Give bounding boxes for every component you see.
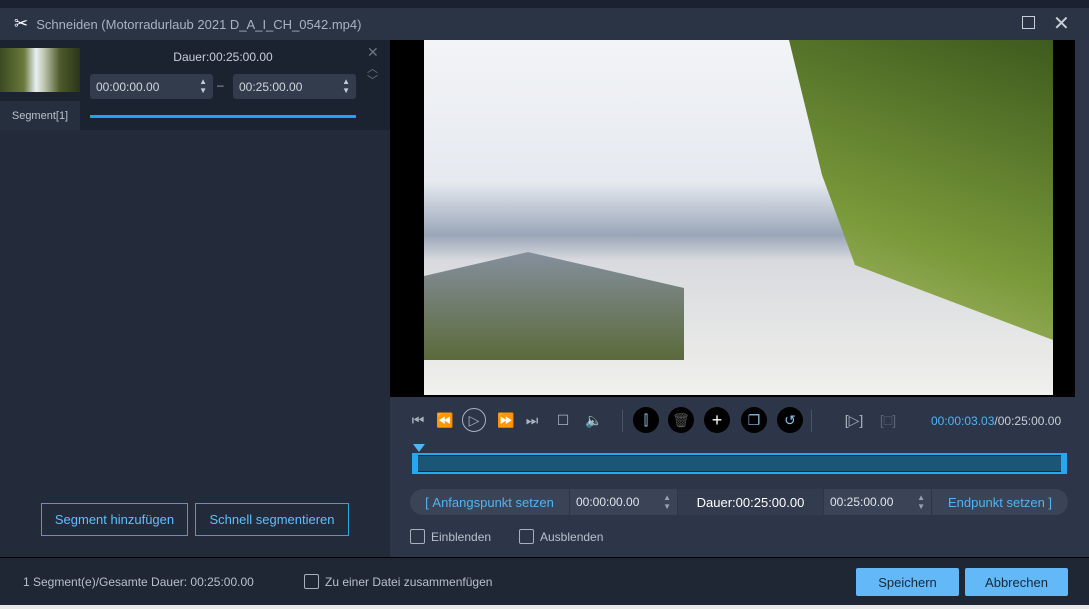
segment-progress <box>90 115 356 118</box>
spinner-arrows-icon[interactable]: ▲ ▼ <box>663 493 671 511</box>
spinner-arrows-icon[interactable]: ▲ ▼ <box>342 77 350 95</box>
fade-in-checkbox[interactable]: Einblenden <box>410 529 491 544</box>
volume-icon[interactable]: 🔈 <box>582 408 606 432</box>
time-display: 00:00:03.03/00:25:00.00 <box>931 414 1061 428</box>
quick-segment-button[interactable]: Schnell segmentieren <box>195 503 349 536</box>
trim-handle-start[interactable] <box>412 453 418 474</box>
video-frame <box>424 40 1053 395</box>
skip-end-icon[interactable]: ⏭ <box>520 408 544 432</box>
title-bar: ✂ Schneiden (Motorradurlaub 2021 D_A_I_C… <box>0 8 1089 40</box>
current-time: 00:00:03.03 <box>931 414 995 428</box>
segment-start-value: 00:00:00.00 <box>96 79 160 94</box>
divider <box>622 410 623 432</box>
save-button[interactable]: Speichern <box>856 568 959 596</box>
fade-in-label: Einblenden <box>431 529 492 544</box>
copy-icon[interactable]: ❐ <box>741 407 767 433</box>
set-end-label: Endpunkt setzen <box>947 494 1045 510</box>
stop-icon[interactable]: ☐ <box>551 408 575 432</box>
trim-start-input[interactable]: 00:00:00.00 ▲ ▼ <box>570 489 678 515</box>
play-segment-icon[interactable]: [▷] <box>842 408 866 432</box>
segment-end-input[interactable]: 00:25:00.00 ▲ ▼ <box>233 74 356 99</box>
segment-end-value: 00:25:00.00 <box>239 79 303 94</box>
remove-segment-icon[interactable]: ✕ <box>367 44 379 61</box>
checkbox-icon[interactable] <box>304 574 319 589</box>
spinner-arrows-icon[interactable]: ▲ ▼ <box>917 493 925 511</box>
stop-segment-icon[interactable]: [□] <box>876 408 900 432</box>
trim-start-value: 00:00:00.00 <box>576 495 640 509</box>
trim-end-value: 00:25:00.00 <box>830 495 894 509</box>
trim-duration-value: Dauer:00:25:00.00 <box>696 494 805 510</box>
fade-out-checkbox[interactable]: Ausblenden <box>519 529 603 544</box>
timeline-track[interactable] <box>412 453 1067 474</box>
divider <box>811 410 812 432</box>
segment-duration: Dauer:00:25:00.00 <box>173 50 273 64</box>
total-time: /00:25:00.00 <box>994 414 1062 428</box>
merge-checkbox[interactable]: Zu einer Datei zusammenfügen <box>304 574 492 589</box>
split-icon[interactable]: ⫿ <box>633 407 659 433</box>
add-icon[interactable]: + <box>704 407 730 433</box>
bracket-icon: ] <box>1044 494 1053 510</box>
background-strip <box>0 605 1089 609</box>
segment-label: Segment[1] <box>0 101 80 130</box>
move-down-icon[interactable]: ﹀ <box>367 72 378 88</box>
trim-bar: [ Anfangspunkt setzen 00:00:00.00 ▲ ▼ Daue… <box>410 489 1068 515</box>
merge-label: Zu einer Datei zusammenfügen <box>325 574 493 589</box>
maximize-icon[interactable] <box>1022 16 1035 29</box>
checkbox-icon[interactable] <box>519 529 534 544</box>
background-strip <box>0 0 1089 8</box>
skip-start-icon[interactable]: ⏮ <box>406 408 430 432</box>
fade-out-label: Ausblenden <box>540 529 604 544</box>
fast-forward-icon[interactable]: ⏩ <box>494 408 518 432</box>
spinner-arrows-icon[interactable]: ▲ ▼ <box>199 77 207 95</box>
trim-duration: Dauer:00:25:00.00 <box>678 489 824 515</box>
range-separator: – <box>217 78 224 92</box>
scissors-icon: ✂ <box>14 14 29 33</box>
reset-icon[interactable]: ↺ <box>777 407 803 433</box>
segment-thumbnail <box>0 48 80 92</box>
rewind-icon[interactable]: ⏪ <box>433 408 457 432</box>
bracket-icon: [ <box>425 494 433 510</box>
trim-handle-end[interactable] <box>1061 453 1067 474</box>
set-end-button[interactable]: Endpunkt setzen ] <box>932 489 1068 515</box>
play-icon[interactable]: ▷ <box>462 408 486 432</box>
close-icon[interactable]: ✕ <box>1053 11 1070 36</box>
trash-icon[interactable]: 🗑 <box>668 407 694 433</box>
cancel-button[interactable]: Abbrechen <box>965 568 1068 596</box>
trim-end-input[interactable]: 00:25:00.00 ▲ ▼ <box>824 489 932 515</box>
segment-start-input[interactable]: 00:00:00.00 ▲ ▼ <box>90 74 213 99</box>
set-start-label: Anfangspunkt setzen <box>432 494 554 510</box>
playhead-icon[interactable] <box>413 444 425 452</box>
set-start-button[interactable]: [ Anfangspunkt setzen <box>410 489 570 515</box>
checkbox-icon[interactable] <box>410 529 425 544</box>
add-segment-button[interactable]: Segment hinzufügen <box>41 503 188 536</box>
window-title: Schneiden (Motorradurlaub 2021 D_A_I_CH_… <box>36 16 362 32</box>
summary-text: 1 Segment(e)/Gesamte Dauer: 00:25:00.00 <box>23 575 254 589</box>
